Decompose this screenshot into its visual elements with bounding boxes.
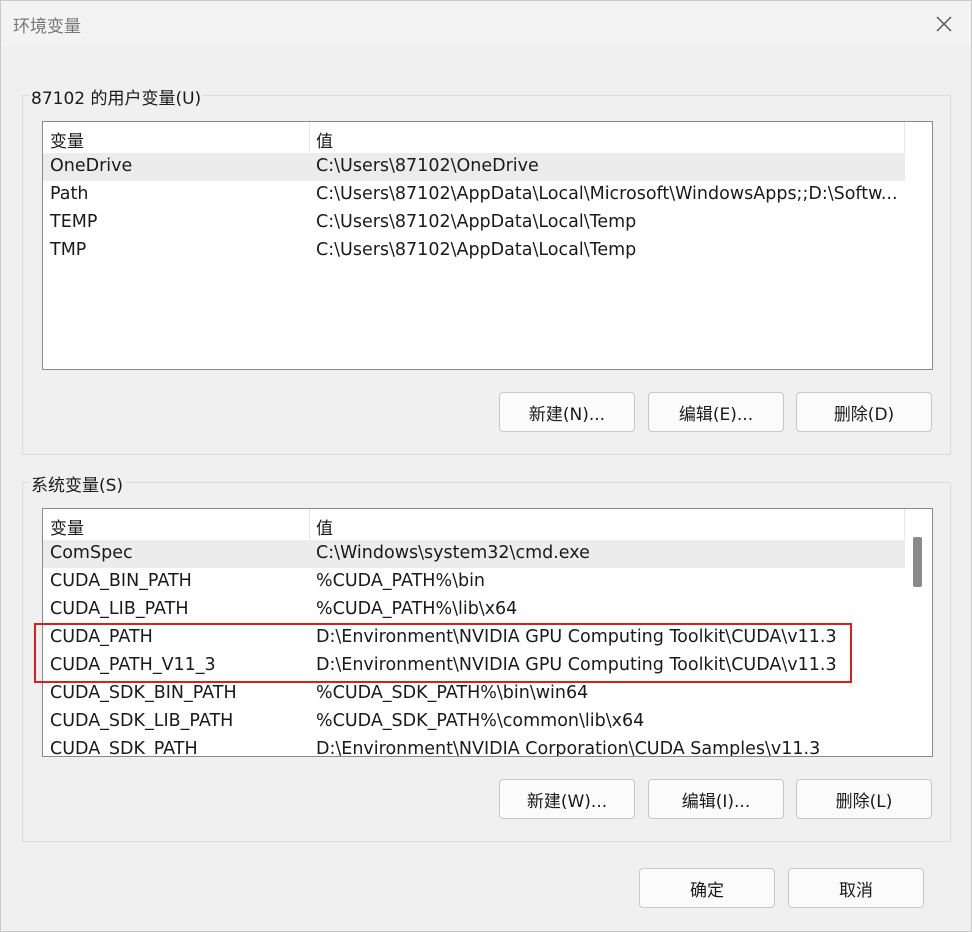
column-separator[interactable] <box>904 122 905 152</box>
variable-name: TEMP <box>50 212 98 232</box>
table-row[interactable]: CUDA_SDK_BIN_PATH %CUDA_SDK_PATH%\bin\wi… <box>43 680 905 708</box>
table-row[interactable]: OneDrive C:\Users\87102\OneDrive <box>43 153 905 181</box>
variable-name: TMP <box>50 240 87 260</box>
variable-name: CUDA_SDK_PATH <box>50 739 198 757</box>
close-button[interactable] <box>927 9 961 39</box>
column-header-value[interactable]: 值 <box>316 127 333 152</box>
variable-value: %CUDA_SDK_PATH%\common\lib\x64 <box>316 711 645 731</box>
window-title: 环境变量 <box>13 17 81 37</box>
list-header: 变量 值 <box>43 122 905 152</box>
variable-name: ComSpec <box>50 543 133 563</box>
variable-name: CUDA_LIB_PATH <box>50 599 189 619</box>
variable-value: %CUDA_PATH%\lib\x64 <box>316 599 518 619</box>
column-separator[interactable] <box>309 122 310 152</box>
table-row[interactable]: CUDA_SDK_PATH D:\Environment\NVIDIA Corp… <box>43 736 905 757</box>
table-row[interactable]: TMP C:\Users\87102\AppData\Local\Temp <box>43 237 905 265</box>
user-variables-list[interactable]: 变量 值 OneDrive C:\Users\87102\OneDrive Pa… <box>42 121 933 370</box>
title-bar: 环境变量 <box>1 1 971 46</box>
variable-value: C:\Windows\system32\cmd.exe <box>316 543 590 563</box>
system-edit-button[interactable]: 编辑(I)... <box>648 779 784 819</box>
column-header-variable[interactable]: 变量 <box>50 127 84 152</box>
variable-value: C:\Users\87102\AppData\Local\Temp <box>316 240 637 260</box>
close-icon <box>936 16 952 32</box>
table-row[interactable]: CUDA_SDK_LIB_PATH %CUDA_SDK_PATH%\common… <box>43 708 905 736</box>
table-row[interactable]: ComSpec C:\Windows\system32\cmd.exe <box>43 540 905 568</box>
environment-variables-dialog: 环境变量 87102 的用户变量(U) 变量 值 OneDrive C:\Use… <box>0 0 972 932</box>
variable-name: Path <box>50 184 89 204</box>
variable-value: C:\Users\87102\AppData\Local\Microsoft\W… <box>316 184 898 204</box>
user-new-button[interactable]: 新建(N)... <box>499 392 635 432</box>
column-header-value[interactable]: 值 <box>316 514 333 539</box>
table-row[interactable]: CUDA_LIB_PATH %CUDA_PATH%\lib\x64 <box>43 596 905 624</box>
vertical-scrollbar[interactable] <box>905 509 932 756</box>
variable-value: C:\Users\87102\AppData\Local\Temp <box>316 212 637 232</box>
table-row[interactable]: CUDA_BIN_PATH %CUDA_PATH%\bin <box>43 568 905 596</box>
user-variables-label: 87102 的用户变量(U) <box>29 84 204 109</box>
variable-value: C:\Users\87102\OneDrive <box>316 156 539 176</box>
scrollbar-thumb[interactable] <box>913 537 922 587</box>
variable-name: CUDA_SDK_LIB_PATH <box>50 711 234 731</box>
system-new-button[interactable]: 新建(W)... <box>499 779 635 819</box>
variable-name: OneDrive <box>50 156 133 176</box>
variable-value: %CUDA_SDK_PATH%\bin\win64 <box>316 683 589 703</box>
user-delete-button[interactable]: 删除(D) <box>796 392 932 432</box>
variable-name: CUDA_SDK_BIN_PATH <box>50 683 237 703</box>
column-header-variable[interactable]: 变量 <box>50 514 84 539</box>
variable-value: D:\Environment\NVIDIA Corporation\CUDA S… <box>316 739 821 757</box>
table-row[interactable]: TEMP C:\Users\87102\AppData\Local\Temp <box>43 209 905 237</box>
table-row[interactable]: Path C:\Users\87102\AppData\Local\Micros… <box>43 181 905 209</box>
ok-button[interactable]: 确定 <box>639 868 775 908</box>
system-delete-button[interactable]: 删除(L) <box>796 779 932 819</box>
list-header: 变量 值 <box>43 509 905 539</box>
system-variables-label: 系统变量(S) <box>29 471 126 496</box>
variable-value: %CUDA_PATH%\bin <box>316 571 486 591</box>
cancel-button[interactable]: 取消 <box>788 868 924 908</box>
variable-name: CUDA_BIN_PATH <box>50 571 192 591</box>
user-edit-button[interactable]: 编辑(E)... <box>648 392 784 432</box>
cuda-path-highlight <box>34 623 852 683</box>
column-separator[interactable] <box>309 509 310 539</box>
